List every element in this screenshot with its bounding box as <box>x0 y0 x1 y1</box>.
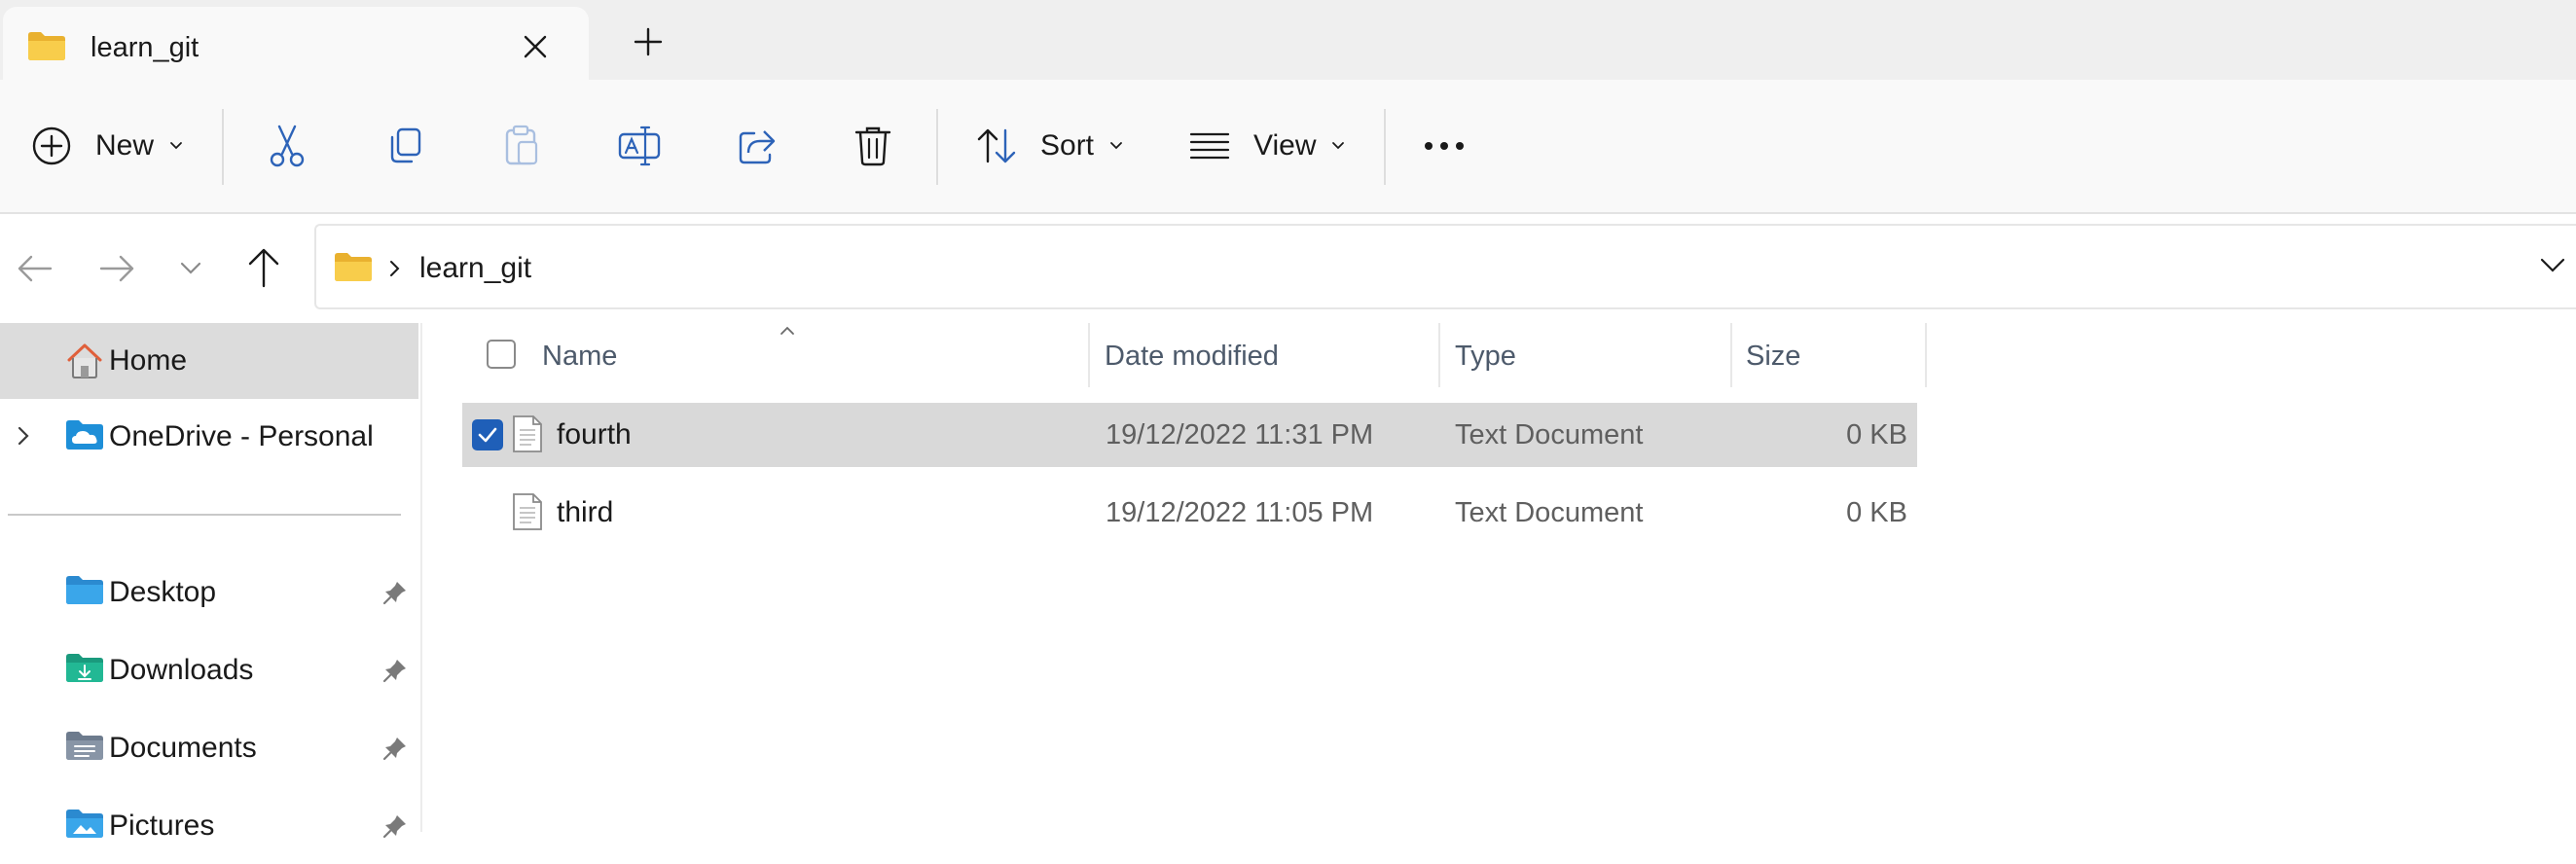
column-header-date-modified[interactable]: Date modified <box>1105 321 1438 389</box>
sort-button[interactable]: Sort <box>976 80 1123 212</box>
sidebar-divider <box>8 514 401 516</box>
file-name: third <box>557 496 614 528</box>
breadcrumb-chevron-icon <box>388 259 402 278</box>
tab-title: learn_git <box>91 32 200 63</box>
desktop-icon <box>65 574 104 605</box>
documents-icon <box>65 730 104 761</box>
separator <box>1384 109 1386 185</box>
cut-icon <box>267 125 308 167</box>
file-date-modified: 19/12/2022 11:31 PM <box>1106 419 1374 450</box>
sidebar-item-pictures[interactable]: Pictures <box>0 788 418 864</box>
navigation-pane: Home OneDrive - Personal Desktop Downloa… <box>0 323 422 842</box>
plus-icon[interactable] <box>634 27 663 56</box>
breadcrumb-learn-git[interactable]: learn_git <box>419 252 531 285</box>
recent-chevron-icon[interactable] <box>179 261 202 276</box>
share-icon <box>737 126 778 166</box>
column-header-name[interactable]: Name <box>542 321 1087 389</box>
delete-icon <box>853 125 892 167</box>
onedrive-icon <box>65 418 104 451</box>
rename-icon <box>618 126 661 166</box>
delete-button[interactable] <box>853 80 892 212</box>
folder-icon <box>334 251 373 282</box>
chevron-down-icon <box>1331 141 1345 151</box>
text-document-icon <box>512 492 543 531</box>
text-document-icon <box>512 414 543 453</box>
pictures-icon <box>65 808 104 839</box>
file-size: 0 KB <box>1846 497 1907 528</box>
column-header-type[interactable]: Type <box>1455 321 1730 389</box>
chevron-down-icon <box>169 141 183 151</box>
copy-button[interactable] <box>384 80 425 212</box>
cut-button[interactable] <box>267 80 308 212</box>
file-size: 0 KB <box>1846 419 1907 450</box>
close-icon[interactable] <box>523 34 548 59</box>
sidebar-item-home[interactable]: Home <box>0 323 418 399</box>
add-circle-icon <box>31 126 72 166</box>
file-name: fourth <box>557 418 632 450</box>
sidebar-item-label: Home <box>109 344 188 377</box>
select-all-checkbox[interactable] <box>487 340 516 369</box>
chevron-down-icon <box>1109 141 1123 151</box>
paste-button[interactable] <box>501 80 542 212</box>
separator <box>222 109 224 185</box>
sidebar-item-label: Pictures <box>109 810 215 842</box>
new-label: New <box>95 129 155 162</box>
copy-icon <box>384 126 425 166</box>
pin-icon[interactable] <box>382 658 408 683</box>
new-button[interactable]: New <box>31 80 183 212</box>
view-label: View <box>1253 129 1317 162</box>
pin-icon[interactable] <box>382 580 408 605</box>
sidebar-item-onedrive[interactable]: OneDrive - Personal <box>0 399 418 475</box>
column-header-size[interactable]: Size <box>1746 321 1921 389</box>
column-divider[interactable] <box>1088 323 1090 387</box>
sidebar-item-documents[interactable]: Documents <box>0 710 418 786</box>
rename-button[interactable] <box>618 80 661 212</box>
pin-icon[interactable] <box>382 813 408 839</box>
up-icon[interactable] <box>245 247 282 288</box>
more-options-button[interactable] <box>1423 80 1466 212</box>
view-icon <box>1189 131 1230 161</box>
separator <box>936 109 938 185</box>
file-date-modified: 19/12/2022 11:05 PM <box>1106 497 1374 528</box>
address-bar[interactable]: learn_git <box>314 224 2576 309</box>
share-button[interactable] <box>737 80 778 212</box>
sidebar-item-label: OneDrive - Personal <box>109 420 374 452</box>
column-header-label: Date modified <box>1105 341 1279 372</box>
column-header-label: Name <box>542 341 618 372</box>
column-divider[interactable] <box>1438 323 1440 387</box>
folder-icon <box>27 30 66 61</box>
command-bar: New Sort View <box>0 80 2576 214</box>
file-type: Text Document <box>1455 497 1644 528</box>
sidebar-item-label: Downloads <box>109 654 254 686</box>
column-divider[interactable] <box>1730 323 1732 387</box>
tab-strip: learn_git <box>0 0 2576 82</box>
forward-icon[interactable] <box>97 251 136 286</box>
more-icon <box>1423 140 1466 152</box>
back-icon[interactable] <box>16 251 54 286</box>
view-button[interactable]: View <box>1189 80 1345 212</box>
file-row[interactable]: third 19/12/2022 11:05 PM Text Document … <box>462 481 1917 545</box>
sidebar-item-label: Desktop <box>109 576 217 608</box>
sort-icon <box>976 126 1017 165</box>
chevron-right-icon[interactable] <box>16 424 31 448</box>
column-divider[interactable] <box>1925 323 1927 387</box>
column-header-label: Size <box>1746 341 1801 372</box>
home-icon <box>65 342 104 379</box>
sort-label: Sort <box>1040 129 1095 162</box>
pin-icon[interactable] <box>382 736 408 761</box>
row-checkbox[interactable] <box>472 419 503 450</box>
column-header-label: Type <box>1455 341 1516 372</box>
downloads-icon <box>65 652 104 683</box>
history-dropdown-icon[interactable] <box>2539 257 2566 274</box>
file-type: Text Document <box>1455 419 1644 450</box>
paste-icon <box>501 125 542 167</box>
file-row[interactable]: fourth 19/12/2022 11:31 PM Text Document… <box>462 403 1917 467</box>
tab-learn-git[interactable]: learn_git <box>3 7 589 82</box>
sidebar-item-desktop[interactable]: Desktop <box>0 555 418 630</box>
sidebar-item-downloads[interactable]: Downloads <box>0 632 418 708</box>
sidebar-item-label: Documents <box>109 732 257 764</box>
